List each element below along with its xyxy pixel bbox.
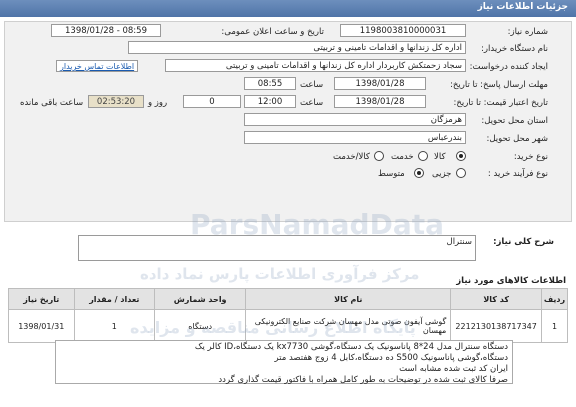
days-remaining-field: 0 [183,95,241,108]
col-name: نام کالا [245,288,452,310]
col-row: ردیف [540,288,569,310]
radio-medium[interactable] [414,168,424,178]
radio-partial-label: جزیی [432,169,452,179]
city-field: بندرعباس [244,131,466,144]
process-type-label: نوع فرآیند خرید : [487,169,548,179]
countdown-timer: 02:53:20 [88,95,144,108]
need-number-label: شماره نیاز: [507,27,548,37]
notes-line-4: صرفا کالای ثبت شده در توضیحات به طور کام… [218,375,508,385]
radio-service[interactable] [418,151,428,161]
notes-line-2: دستگاه،گوشی پاناسونیک S500 ده دستگاه،کاب… [274,353,508,363]
days-label: روز و [148,98,168,108]
radio-goods-service[interactable] [374,151,384,161]
radio-goods-label: کالا [434,152,446,162]
deadline-hour-label: ساعت [300,80,324,90]
page-title: جزئیات اطلاعات نیاز [477,2,568,12]
page-header: جزئیات اطلاعات نیاز [0,0,576,17]
remaining-label: ساعت باقی مانده [20,98,84,108]
creator-label: ایجاد کننده درخواست: [469,62,548,72]
notes-line-3: ایران کد ثبت شده مشابه است [399,364,508,374]
watermark-line-1: مرکز فرآوری اطلاعات پارس نماد داده [140,265,420,283]
validity-hour-label: ساعت [300,98,324,108]
watermark-line-2: پایگاه اطلاع رسانی مناقصه و مزایده [130,318,416,337]
deadline-label: مهلت ارسال پاسخ: تا تاریخ: [450,80,548,90]
items-section-title: اطلاعات کالاهای مورد نیاز [456,276,566,286]
watermark-brand: ParsNamadData [190,208,444,241]
cell-code: 2212130138717347 [450,309,542,343]
buyer-label: نام دستگاه خریدار: [481,44,548,54]
radio-service-label: خدمت [391,152,414,162]
validity-date-field: 1398/01/28 [334,95,426,108]
summary-label: شرح کلی نیاز: [493,237,554,247]
province-label: استان محل تحویل: [481,116,548,126]
province-field: هرمزگان [244,113,466,126]
purchase-type-label: نوع خرید: [513,152,548,162]
deadline-date-field: 1398/01/28 [334,77,426,90]
radio-goods[interactable] [456,151,466,161]
col-unit: واحد شمارش [154,288,247,310]
cell-row: 1 [540,309,569,343]
city-label: شهر محل تحویل: [486,134,548,144]
deadline-time-field: 08:55 [244,77,296,90]
notes-line-1: دستگاه سنترال مدل 24*8 پاناسونیک یک دستگ… [194,342,508,352]
radio-partial[interactable] [456,168,466,178]
need-number-field: 1198003810000031 [340,24,466,37]
validity-label: تاریخ اعتبار قیمت: تا تاریخ: [453,98,548,108]
col-code: کد کالا [450,288,542,310]
radio-goods-service-label: کالا/خدمت [333,152,370,162]
buyer-field: اداره کل زندانها و اقدامات تامینی و تربی… [128,41,466,54]
announce-label: تاریخ و ساعت اعلان عمومی: [221,27,324,37]
announce-field: 1398/01/28 - 08:59 [51,24,161,37]
col-date: تاریخ نیاز [8,288,75,310]
validity-time-field: 12:00 [244,95,296,108]
cell-date: 1398/01/31 [8,309,75,343]
buyer-notes: دستگاه سنترال مدل 24*8 پاناسونیک یک دستگ… [55,340,513,385]
radio-medium-label: متوسط [378,169,405,179]
items-table-header: ردیف کد کالا نام کالا واحد شمارش تعداد /… [8,288,569,310]
col-quantity: تعداد / مقدار [73,288,156,310]
buyer-contact-link[interactable]: اطلاعات تماس خریدار [56,60,139,72]
creator-field: سجاد زحمتکش کاربردار اداره کل زندانها و … [165,59,466,72]
